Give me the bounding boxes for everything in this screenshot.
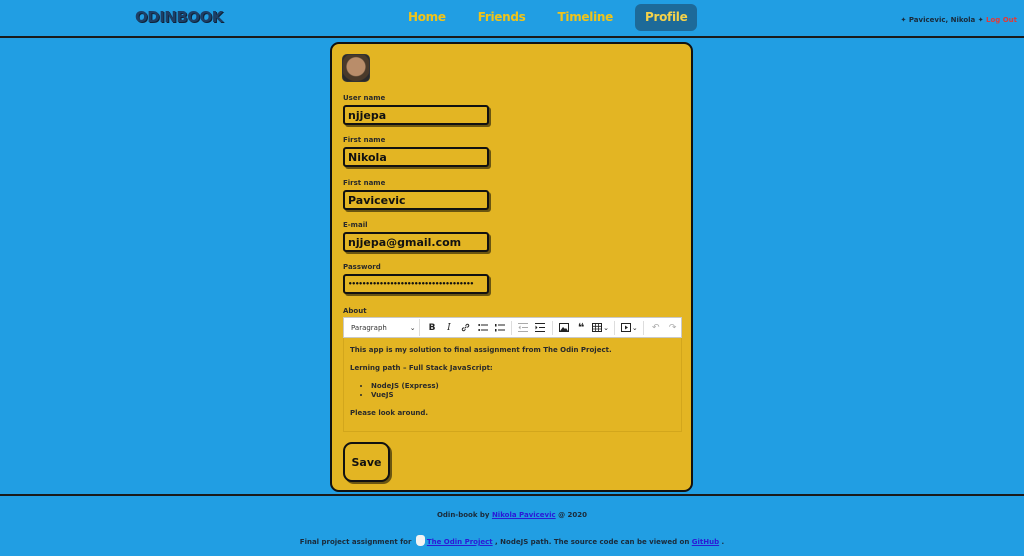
save-button[interactable]: Save <box>343 442 390 482</box>
outdent-icon[interactable] <box>515 319 532 336</box>
about-editor[interactable]: This app is my solution to final assignm… <box>343 338 682 432</box>
footer-text: Final project assignment for <box>299 538 414 546</box>
paragraph-select[interactable]: Paragraph ⌄ <box>348 319 420 336</box>
editor-paragraph: This app is my solution to final assignm… <box>350 346 612 354</box>
toolbar-divider <box>511 320 513 335</box>
list-item: VueJS <box>371 391 675 400</box>
email-input[interactable] <box>343 232 489 252</box>
current-user-name: Pavicevic, Nikola <box>908 16 976 24</box>
logout-link[interactable]: Log Out <box>986 16 1017 24</box>
username-label: User name <box>343 94 386 102</box>
main-nav: Home Friends Timeline Profile <box>398 4 709 31</box>
bold-icon[interactable]: B <box>424 319 441 336</box>
lastname-input[interactable] <box>343 190 489 210</box>
image-icon[interactable] <box>556 319 573 336</box>
list-item: NodeJS (Express) <box>371 382 675 391</box>
footer-text: . <box>719 538 725 546</box>
table-icon[interactable]: ⌄ <box>590 319 612 336</box>
username-input[interactable] <box>343 105 489 125</box>
email-label: E-mail <box>343 221 368 229</box>
footer-divider <box>0 494 1024 496</box>
footer-text: , NodeJS path. The source code can be vi… <box>492 538 692 546</box>
github-link[interactable]: GitHub <box>692 538 719 546</box>
footer-info: Final project assignment for The Odin Pr… <box>0 535 1024 546</box>
bullet-icon: ✦ <box>977 16 986 24</box>
password-input[interactable] <box>343 274 489 294</box>
toolbar-divider <box>643 320 645 335</box>
app-logo[interactable]: ODINBOOK <box>135 8 223 26</box>
nav-timeline[interactable]: Timeline <box>548 4 623 31</box>
firstname-input[interactable] <box>343 147 489 167</box>
firstname-label: First name <box>343 136 386 144</box>
toolbar-divider <box>614 320 616 335</box>
bullet-icon: ✦ <box>900 16 909 24</box>
editor-paragraph: Lerning path – Full Stack JavaScript: <box>350 364 493 372</box>
paragraph-select-label: Paragraph <box>351 323 387 332</box>
nav-friends[interactable]: Friends <box>468 4 536 31</box>
link-icon[interactable] <box>457 319 474 336</box>
nav-profile[interactable]: Profile <box>634 4 698 31</box>
user-area: ✦ Pavicevic, Nikola ✦ Log Out <box>901 16 1017 24</box>
odin-project-link[interactable]: The Odin Project <box>427 538 493 546</box>
footer-credits: Odin-book by Nikola Pavicevic @ 2020 <box>0 511 1024 519</box>
media-embed-icon[interactable]: ⌄ <box>618 319 640 336</box>
indent-icon[interactable] <box>532 319 549 336</box>
avatar[interactable] <box>342 54 370 82</box>
toolbar-divider <box>551 320 553 335</box>
bulleted-list-icon[interactable] <box>474 319 491 336</box>
editor-paragraph: Please look around. <box>350 409 429 417</box>
chevron-down-icon: ⌄ <box>409 323 416 332</box>
lastname-label: First name <box>343 179 386 187</box>
profile-form-card: User name First name First name E-mail P… <box>330 42 693 492</box>
editor-toolbar: Paragraph ⌄ B I ❝ ⌄ ⌄ ↶ ↷ <box>343 317 682 338</box>
numbered-list-icon[interactable] <box>491 319 508 336</box>
footer-text: @ 2020 <box>555 511 588 519</box>
odin-project-icon <box>415 535 425 546</box>
author-link[interactable]: Nikola Pavicevic <box>492 511 556 519</box>
nav-home[interactable]: Home <box>398 4 456 31</box>
footer-text: Odin-book by <box>436 511 492 519</box>
about-label: About <box>343 307 367 315</box>
italic-icon[interactable]: I <box>440 319 457 336</box>
editor-list: NodeJS (Express) VueJS <box>371 382 675 400</box>
top-header: ODINBOOK Home Friends Timeline Profile ✦… <box>0 0 1024 38</box>
redo-icon[interactable]: ↷ <box>664 319 681 336</box>
password-label: Password <box>343 263 381 271</box>
undo-icon[interactable]: ↶ <box>647 319 664 336</box>
quote-icon[interactable]: ❝ <box>573 319 590 336</box>
